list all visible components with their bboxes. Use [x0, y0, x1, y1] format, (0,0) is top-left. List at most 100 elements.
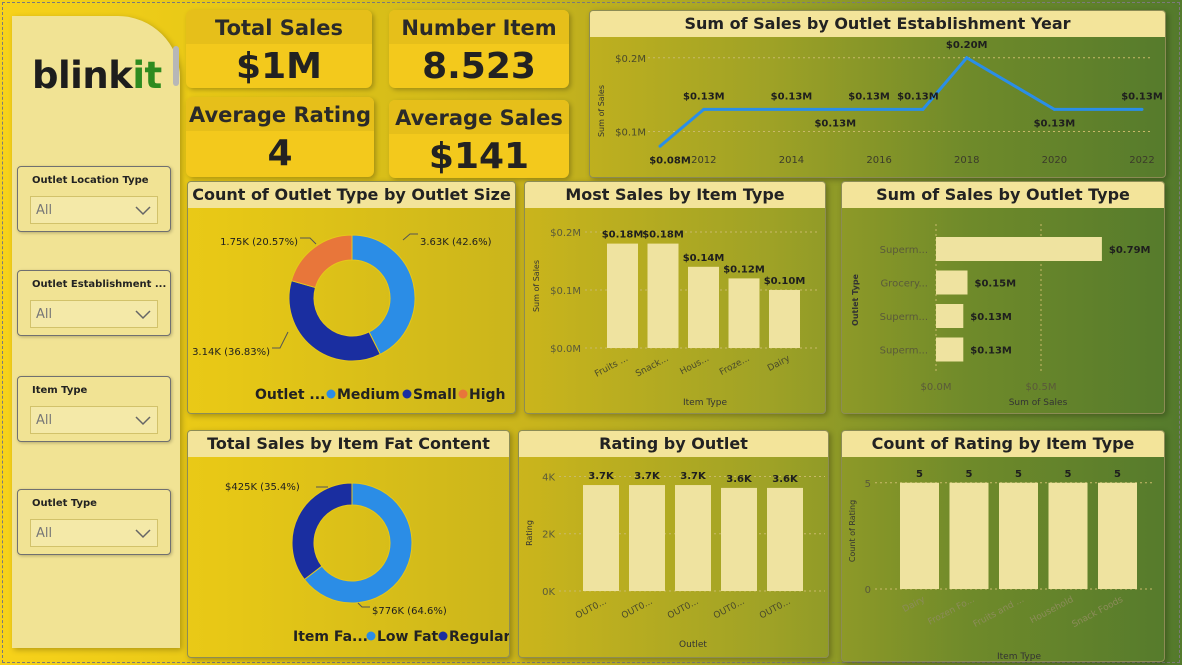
slicer-outlet-establishment[interactable]: Outlet Establishment ... All [17, 270, 171, 336]
data-label: $0.13M [683, 91, 725, 102]
slicer-label: Outlet Establishment ... [32, 279, 167, 290]
slicer-label: Item Type [32, 385, 88, 396]
scrollbar[interactable] [173, 46, 179, 86]
kpi-average-sales[interactable]: Average Sales $141 [389, 100, 569, 178]
slicer-dropdown[interactable]: All [30, 196, 158, 224]
y-tick-label: $0.2M [550, 228, 581, 239]
logo-accent: it [132, 54, 162, 97]
x-tick-label: OUT0... [712, 597, 746, 622]
x-tick-label: OUT0... [666, 597, 700, 622]
kpi-value: 8.523 [422, 46, 536, 87]
bar [647, 243, 679, 348]
slicer-label: Outlet Type [32, 498, 97, 509]
y-tick-label: Superm... [880, 245, 928, 256]
line-chart: $0.1M $0.2M 2012 2014 2016 2018 2020 2022 Sum of… [597, 40, 1163, 167]
chart-outlet-size[interactable]: Count of Outlet Type by Outlet Size 3.63… [187, 181, 516, 414]
slicer-label: Outlet Location Type [32, 175, 149, 186]
data-label: $0.13M [970, 346, 1012, 357]
x-tick-label: 2016 [866, 155, 891, 166]
slicer-item-type[interactable]: Item Type All [17, 376, 171, 442]
legend-entry: Medium [337, 387, 400, 403]
x-tick-label: 2018 [954, 155, 979, 166]
y-tick-label: $0.1M [615, 128, 646, 139]
x-axis-label: Item Type [683, 398, 727, 408]
x-tick-label: 2020 [1042, 155, 1067, 166]
chevron-down-icon [135, 416, 151, 426]
bar [936, 304, 964, 328]
bar [728, 278, 760, 348]
bar [767, 487, 803, 591]
x-tick-label: Frozen Fo... [927, 595, 977, 628]
bar [936, 337, 964, 362]
chart-sales-by-outlet-type[interactable]: Sum of Sales by Outlet Type $0.0M $0.5M $0… [841, 181, 1165, 414]
kpi-label: Total Sales [215, 16, 343, 40]
donut-slice [291, 482, 353, 581]
kpi-total-sales[interactable]: Total Sales $1M [186, 10, 372, 88]
slicer-dropdown[interactable]: All [30, 519, 158, 547]
data-label: $0.13M [814, 118, 856, 129]
legend-entry: Low Fat [377, 629, 439, 645]
chevron-down-icon [135, 206, 151, 216]
legend-title: Item Fa... [293, 629, 368, 645]
data-label: 3.7K [634, 471, 661, 482]
y-axis-label: Outlet Type [851, 273, 860, 326]
slicer-dropdown[interactable]: All [30, 406, 158, 434]
data-label: 5 [1015, 469, 1022, 480]
chart-sales-by-year[interactable]: Sum of Sales by Outlet Establishment Yea… [589, 10, 1166, 178]
line-point [1052, 107, 1056, 111]
data-label: $0.15M [975, 279, 1017, 290]
chart-fat-content[interactable]: Total Sales by Item Fat Content $776K (6… [187, 430, 510, 658]
bar [936, 270, 968, 295]
slicer-outlet-type[interactable]: Outlet Type All [17, 489, 171, 555]
data-label: 3.7K [588, 471, 615, 482]
data-label: $776K (64.6%) [372, 606, 447, 617]
kpi-value: $141 [428, 136, 530, 177]
kpi-label: Average Sales [395, 106, 563, 130]
chart-sales-by-item-type[interactable]: Most Sales by Item Type $0.0M $0.1M $0.2M $… [524, 181, 826, 414]
slicer-dropdown[interactable]: All [30, 300, 158, 328]
data-label: $0.18M [642, 230, 684, 241]
data-label: $0.13M [771, 91, 813, 102]
bar-chart: 0K 2K 4K 3.7K OUT0... 3.7K OUT0... 3.7K OUT0... 3… [525, 471, 825, 650]
slicer-outlet-location-type[interactable]: Outlet Location Type All [17, 166, 171, 232]
logo-main: blink [32, 54, 133, 97]
legend-marker [326, 389, 336, 399]
bar [675, 485, 711, 591]
leader-line [357, 602, 370, 608]
slicer-value: All [36, 307, 53, 322]
data-label: $0.13M [1034, 118, 1076, 129]
blinkit-logo: blinkit [32, 54, 162, 97]
data-label: $0.79M [1109, 245, 1151, 256]
y-tick-label: 5 [865, 479, 871, 490]
chart-rating-by-outlet[interactable]: Rating by Outlet 0K 2K 4K 3.7K OUT0... 3.7K OU… [518, 430, 829, 658]
donut-chart: $776K (64.6%) $425K (35.4%) Item Fa... Low … [225, 482, 509, 645]
x-tick-label: Household [1029, 595, 1076, 626]
line-point [921, 107, 925, 111]
x-tick-label: Fruits ... [593, 354, 630, 380]
bar [721, 487, 757, 591]
data-label: $0.20M [946, 40, 988, 51]
kpi-average-rating[interactable]: Average Rating 4 [186, 97, 374, 177]
data-label: $0.10M [764, 276, 806, 287]
y-tick-label: 0 [865, 585, 871, 596]
kpi-value: 4 [267, 133, 293, 174]
kpi-number-item[interactable]: Number Item 8.523 [389, 10, 569, 88]
line-point [658, 144, 662, 148]
bar-chart: 0 5 5 Dairy 5 Frozen Fo... 5 Fruits and ... 5 Hou… [848, 469, 1154, 661]
bar [583, 485, 619, 591]
x-tick-label: Dairy [901, 595, 927, 615]
bar [999, 482, 1038, 589]
chart-rating-by-item-type[interactable]: Count of Rating by Item Type 0 5 5 Dairy 5 Fr… [841, 430, 1165, 662]
bar [688, 266, 719, 348]
legend-entry: Small [413, 387, 457, 403]
bar [900, 482, 939, 589]
x-tick-label: Hous... [679, 354, 711, 378]
data-label: $425K (35.4%) [225, 482, 300, 493]
data-label: $0.08M [649, 155, 691, 166]
data-label: 3.6K [726, 474, 753, 485]
legend-entry: High [469, 387, 506, 403]
data-label: 3.14K (36.83%) [192, 347, 270, 358]
y-axis-label: Sum of Sales [532, 260, 541, 312]
slicer-value: All [36, 413, 53, 428]
x-tick-label: OUT0... [620, 597, 654, 622]
